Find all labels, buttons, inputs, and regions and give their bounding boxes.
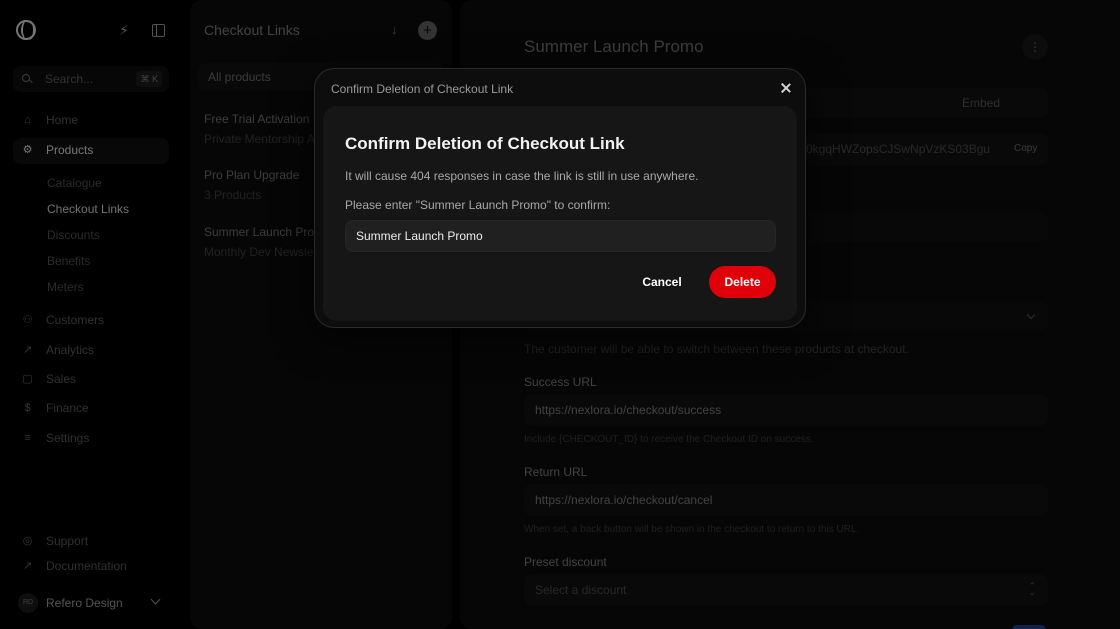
modal-body: Confirm Deletion of Checkout Link It wil… xyxy=(323,106,797,321)
confirm-delete-modal: Confirm Deletion of Checkout Link Confir… xyxy=(314,68,806,328)
modal-header-title: Confirm Deletion of Checkout Link xyxy=(331,82,514,96)
confirm-prompt: Please enter "Summer Launch Promo" to co… xyxy=(345,198,611,212)
delete-button[interactable]: Delete xyxy=(709,266,776,298)
modal-description: It will cause 404 responses in case the … xyxy=(345,169,699,183)
confirm-name-input[interactable] xyxy=(345,220,776,252)
cancel-button[interactable]: Cancel xyxy=(633,266,691,298)
close-icon[interactable] xyxy=(780,82,792,94)
modal-title: Confirm Deletion of Checkout Link xyxy=(345,134,625,153)
